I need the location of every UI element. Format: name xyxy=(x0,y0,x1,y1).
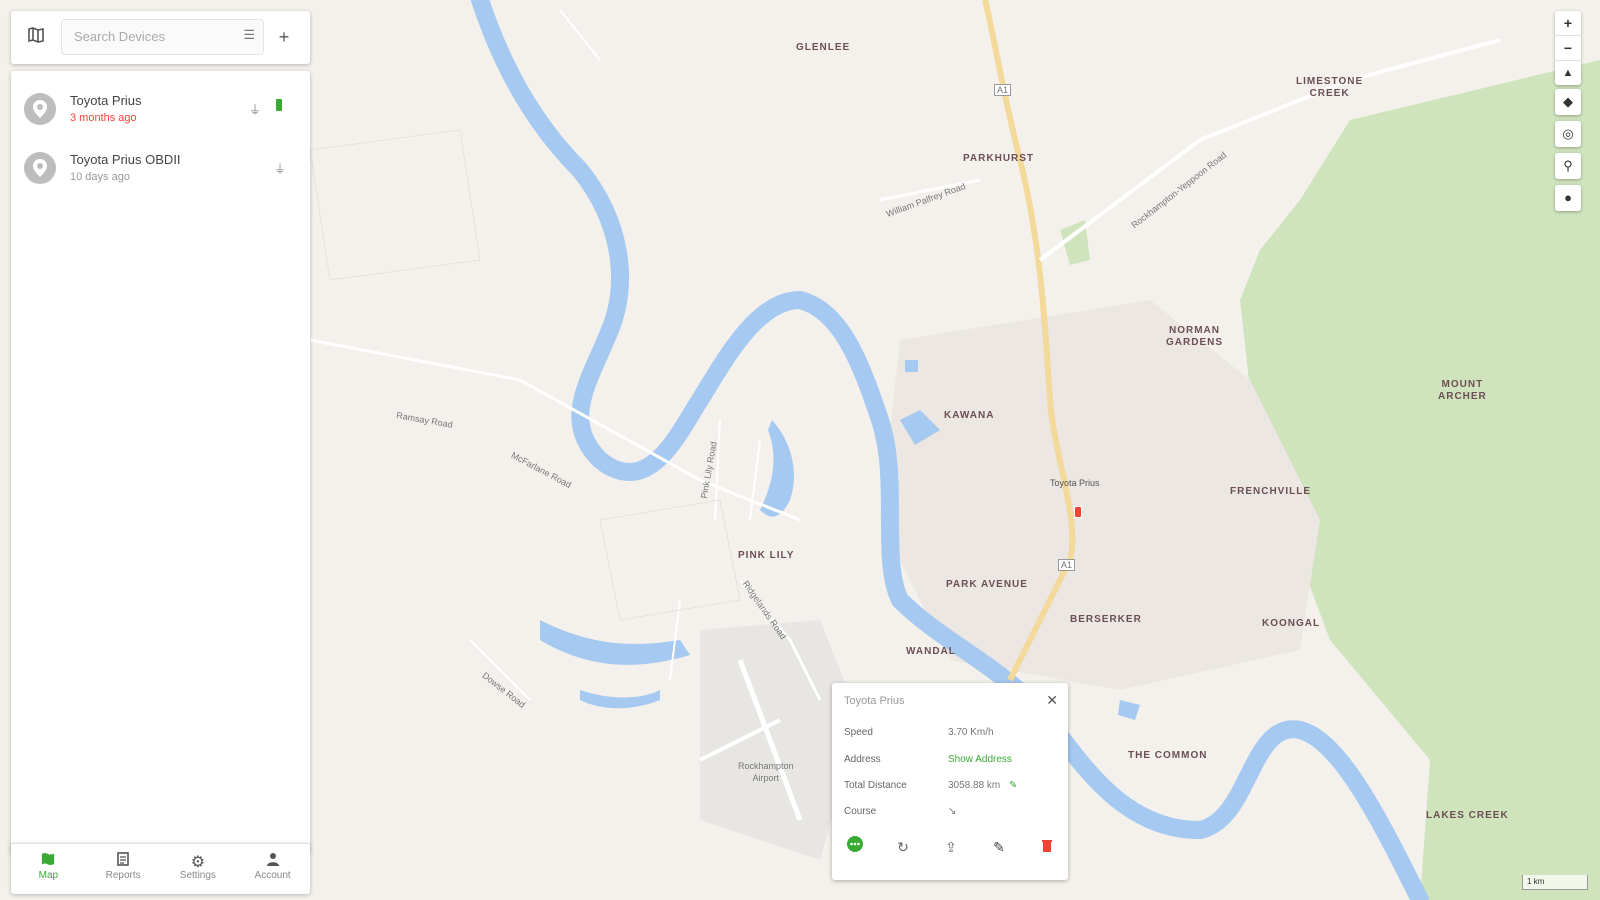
device-status: 10 days ago xyxy=(70,171,130,183)
place-label-wandal: WANDAL xyxy=(906,646,956,657)
popup-label-course: Course xyxy=(844,806,877,817)
nav-reports[interactable]: Reports xyxy=(86,844,161,894)
zoom-controls: + − ▲ xyxy=(1555,11,1581,85)
nav-settings[interactable]: ⚙ Settings xyxy=(161,844,236,894)
place-label-mount-archer: MOUNT ARCHER xyxy=(1438,379,1487,402)
map-style-button[interactable]: ◆ xyxy=(1555,89,1581,115)
place-label-limestone-creek: LIMESTONE CREEK xyxy=(1296,76,1364,99)
zoom-out-button[interactable]: − xyxy=(1555,35,1581,60)
battery-icon xyxy=(276,99,282,111)
location-pin-icon xyxy=(33,159,47,177)
delete-device-button[interactable] xyxy=(1036,836,1058,858)
popup-actions: ↻ ⇪ ✎ xyxy=(832,836,1068,866)
map-icon xyxy=(11,852,86,870)
device-popup: Toyota Prius ✕ Speed 3.70 Km/h Address S… xyxy=(832,683,1068,880)
add-icon: + xyxy=(278,27,290,47)
bottom-navigation: Map Reports ⚙ Settings Account xyxy=(11,843,310,894)
device-toolbar: ☰ + xyxy=(11,11,310,64)
distance-value: 3058.88 km xyxy=(948,780,1001,791)
device-marker-label: Toyota Prius xyxy=(1050,478,1100,488)
show-address-link[interactable]: Show Address xyxy=(948,754,1012,765)
device-avatar xyxy=(24,93,56,125)
sidebar: ☰ + Toyota Prius 3 months ago ⏚ Toyota P… xyxy=(11,11,310,894)
more-details-button[interactable] xyxy=(844,836,866,858)
ignition-icon: ⏚ xyxy=(249,103,262,117)
popup-title: Toyota Prius xyxy=(844,695,905,707)
map-search-button[interactable]: ⚲ xyxy=(1555,153,1581,179)
popup-value-distance: 3058.88 km ✎ xyxy=(948,780,1017,791)
device-list-item[interactable]: Toyota Prius 3 months ago ⏚ xyxy=(11,79,310,137)
road-badge-a1-north: A1 xyxy=(994,84,1012,96)
replay-button[interactable]: ↻ xyxy=(892,836,914,858)
search-icon: ⚲ xyxy=(1563,158,1573,173)
popup-label-distance: Total Distance xyxy=(844,780,907,791)
person-icon xyxy=(235,852,310,870)
nav-map[interactable]: Map xyxy=(11,844,86,894)
pencil-icon: ✎ xyxy=(993,839,1005,855)
place-label-parkhurst: PARKHURST xyxy=(963,153,1035,164)
history-icon: ↻ xyxy=(897,839,909,855)
device-name: Toyota Prius OBDII xyxy=(70,152,181,167)
layers-icon: ◆ xyxy=(1563,94,1573,109)
device-avatar xyxy=(24,152,56,184)
place-label-park-avenue: PARK AVENUE xyxy=(946,579,1028,590)
nav-account[interactable]: Account xyxy=(235,844,310,894)
locate-button[interactable]: ◎ xyxy=(1555,121,1581,147)
location-pin-icon xyxy=(33,100,47,118)
upload-icon: ⇪ xyxy=(945,839,957,855)
nav-settings-label: Settings xyxy=(179,870,216,881)
road-badge-a1-south: A1 xyxy=(1058,559,1076,571)
place-label-berserker: BERSERKER xyxy=(1070,614,1142,625)
popup-label-speed: Speed xyxy=(844,727,873,738)
nav-account-label: Account xyxy=(254,870,291,881)
place-label-lakes-creek: LAKES CREEK xyxy=(1426,810,1509,821)
search-input[interactable] xyxy=(72,20,226,52)
place-label-the-common: THE COMMON xyxy=(1128,750,1208,761)
place-label-frenchville: FRENCHVILLE xyxy=(1230,486,1311,497)
crosshair-icon: ◎ xyxy=(1562,126,1574,141)
scale-bar: 1 km xyxy=(1522,875,1588,890)
gear-icon: ⚙ xyxy=(190,854,206,871)
popup-label-address: Address xyxy=(844,754,881,765)
close-icon[interactable]: ✕ xyxy=(1046,692,1058,709)
place-label-airport: Rockhampton Airport xyxy=(738,761,794,783)
zoom-in-button[interactable]: + xyxy=(1555,11,1581,35)
popup-value-course: ↘ xyxy=(948,806,957,817)
popup-value-speed: 3.70 Km/h xyxy=(948,727,994,738)
send-command-button[interactable]: ⇪ xyxy=(940,836,962,858)
place-label-kawana: KAWANA xyxy=(944,410,995,421)
more-icon xyxy=(847,836,863,852)
compass-button[interactable]: ▲ xyxy=(1555,60,1581,85)
device-list: Toyota Prius 3 months ago ⏚ Toyota Prius… xyxy=(11,71,310,854)
device-name: Toyota Prius xyxy=(70,93,142,108)
add-device-button[interactable]: + xyxy=(274,27,294,47)
place-label-norman-gardens: NORMAN GARDENS xyxy=(1166,325,1224,348)
filter-icon[interactable]: ☰ xyxy=(243,27,255,43)
device-marker-icon[interactable] xyxy=(1074,506,1082,518)
map-icon[interactable] xyxy=(26,27,46,47)
nav-reports-label: Reports xyxy=(105,870,141,881)
place-label-pink-lily: PINK LILY xyxy=(738,550,795,561)
device-list-item[interactable]: Toyota Prius OBDII 10 days ago ⏚ xyxy=(11,138,310,196)
nav-map-label: Map xyxy=(38,870,59,881)
edit-device-button[interactable]: ✎ xyxy=(988,836,1010,858)
ignition-icon: ⏚ xyxy=(274,162,287,176)
report-icon xyxy=(86,852,161,870)
edit-distance-icon[interactable]: ✎ xyxy=(1009,780,1017,791)
search-box: ☰ xyxy=(61,19,264,55)
trash-icon xyxy=(1042,840,1052,852)
place-label-koongal: KOONGAL xyxy=(1262,618,1321,629)
device-status: 3 months ago xyxy=(70,112,137,124)
notifications-button[interactable]: ● xyxy=(1555,185,1581,211)
bell-icon: ● xyxy=(1564,190,1572,205)
place-label-glenlee: GLENLEE xyxy=(796,42,851,53)
